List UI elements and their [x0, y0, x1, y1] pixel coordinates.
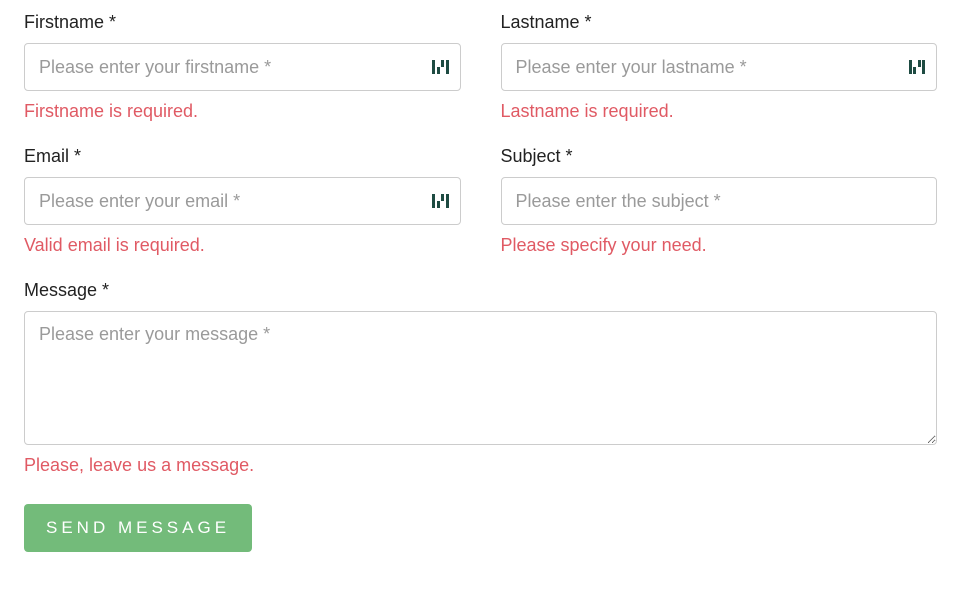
- lastname-input-wrap: [501, 43, 938, 91]
- message-textarea[interactable]: [24, 311, 937, 445]
- lastname-error: Lastname is required.: [501, 101, 938, 122]
- subject-error: Please specify your need.: [501, 235, 938, 256]
- email-input[interactable]: [24, 177, 461, 225]
- firstname-error: Firstname is required.: [24, 101, 461, 122]
- send-message-button[interactable]: SEND MESSAGE: [24, 504, 252, 552]
- firstname-label: Firstname *: [24, 12, 461, 33]
- contact-form: Firstname * Firstname is required. Lastn…: [24, 12, 937, 552]
- lastname-input[interactable]: [501, 43, 938, 91]
- subject-input-wrap: [501, 177, 938, 225]
- email-input-wrap: [24, 177, 461, 225]
- firstname-input[interactable]: [24, 43, 461, 91]
- subject-label: Subject *: [501, 146, 938, 167]
- email-error: Valid email is required.: [24, 235, 461, 256]
- message-label: Message *: [24, 280, 937, 301]
- email-label: Email *: [24, 146, 461, 167]
- subject-input[interactable]: [501, 177, 938, 225]
- lastname-label: Lastname *: [501, 12, 938, 33]
- message-error: Please, leave us a message.: [24, 455, 937, 476]
- firstname-input-wrap: [24, 43, 461, 91]
